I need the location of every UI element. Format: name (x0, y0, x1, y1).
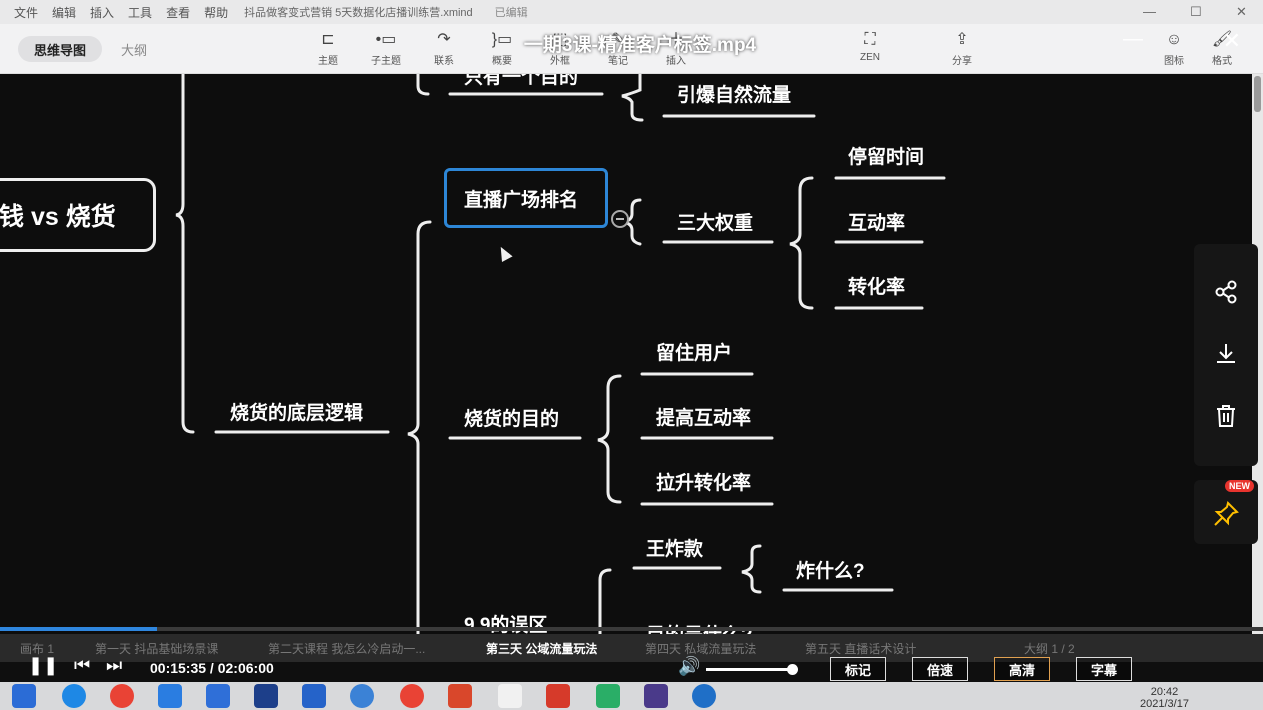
clock-time: 20:42 (1150, 686, 1179, 698)
menu-tools[interactable]: 工具 (128, 4, 152, 21)
sheet-tab-day4[interactable]: 第四天 私域流量玩法 (645, 640, 756, 657)
edge-browser-icon[interactable] (62, 684, 86, 708)
chrome-icon-2[interactable] (400, 684, 424, 708)
topic-icon: ⊏ (321, 31, 335, 48)
video-close-icon[interactable]: ✕ (1223, 28, 1241, 54)
sheet-tab-day5[interactable]: 第五天 直播话术设计 (805, 640, 916, 657)
mark-button[interactable]: 标记 (830, 657, 886, 681)
download-glyph (1217, 344, 1235, 363)
wechat-icon[interactable] (596, 684, 620, 708)
video-title: 一期3课-精准客户标签.mp4 (523, 35, 757, 56)
pin-glyph (1214, 501, 1239, 526)
topic-button[interactable]: ⊏ 主题 (300, 28, 356, 72)
windows-start-icon[interactable] (12, 684, 36, 708)
root-topic[interactable]: 钱 vs 烧货 (0, 178, 156, 252)
file-title: 抖品做客变式营销 5天数据化店播训练营.xmind (244, 7, 473, 19)
volume-fill (706, 668, 792, 671)
previous-icon[interactable]: ⏮ (74, 655, 90, 676)
topic-stay-time[interactable]: 停留时间 (848, 142, 924, 169)
trash-icon[interactable] (1204, 394, 1248, 438)
screen: 文件 编辑 插入 工具 查看 帮助 抖品做客变式营销 5天数据化店播训练营.xm… (0, 0, 1263, 710)
tab-outline[interactable]: 大纲 (106, 36, 162, 62)
chrome-icon[interactable] (110, 684, 134, 708)
trash-glyph (1217, 405, 1235, 427)
download-icon[interactable] (1204, 332, 1248, 376)
topic-only-one-purpose[interactable]: 只有一个目的 (464, 74, 578, 89)
current-time: 00:15:35 (150, 660, 207, 676)
topic-what-to-bomb[interactable]: 炸什么? (796, 556, 865, 583)
menu-edit[interactable]: 编辑 (52, 4, 76, 21)
relation-icon: ↷ (437, 31, 451, 48)
tab-mindmap[interactable]: 思维导图 (18, 36, 102, 62)
system-clock[interactable]: 20:42 2021/3/17 (1140, 686, 1189, 710)
subtopic-button[interactable]: •▭ 子主题 (358, 28, 414, 72)
share-button[interactable]: ⇪ 分享 (934, 28, 990, 72)
share-glyph (1215, 280, 1237, 304)
topic-underlying-logic[interactable]: 烧货的底层逻辑 (230, 398, 363, 425)
wps-icon[interactable] (302, 684, 326, 708)
topic-three-weights[interactable]: 三大权重 (677, 208, 753, 235)
window-close-icon[interactable]: ✕ (1236, 4, 1247, 20)
speed-button[interactable]: 倍速 (912, 657, 968, 681)
minimize-icon[interactable]: — (1143, 4, 1156, 19)
sheet-zoom-label: 大纲 1 / 2 (1024, 642, 1075, 656)
volume-icon[interactable]: 🔊 (678, 656, 700, 677)
subtopic-icon: •▭ (375, 31, 397, 48)
icon-panel-icon: ☺ (1165, 31, 1183, 48)
video-progress-bar[interactable] (0, 627, 1263, 631)
edit-status: 已编辑 (494, 7, 528, 19)
topic-live-rank[interactable]: 直播广场排名 (464, 185, 578, 212)
topic-conversion-rate[interactable]: 转化率 (848, 272, 905, 299)
next-icon[interactable]: ⏭ (106, 655, 122, 676)
topic-king-bomb[interactable]: 王炸款 (646, 534, 703, 561)
qq-icon[interactable] (158, 684, 182, 708)
mindmap-canvas[interactable]: 钱 vs 烧货 只有一个目的 引爆自然流量 直播广场排名 三大权重 停留时间 互… (0, 74, 1252, 634)
share-upload-icon: ⇪ (955, 31, 969, 48)
topic-retain-users[interactable]: 留住用户 (656, 338, 732, 365)
volume-slider[interactable] (706, 664, 798, 675)
collapse-toggle-icon[interactable] (611, 210, 629, 228)
topic-raise-interaction[interactable]: 提高互动率 (656, 403, 751, 430)
video-minimize-icon[interactable]: — (1123, 28, 1143, 51)
mindmap-connectors (175, 74, 946, 634)
menu-view[interactable]: 查看 (166, 4, 190, 21)
pin-icon[interactable] (1204, 494, 1248, 534)
app-purple-icon[interactable] (644, 684, 668, 708)
taskbar (0, 682, 1263, 710)
app-blue-icon[interactable] (254, 684, 278, 708)
maximize-icon[interactable]: ☐ (1190, 4, 1202, 20)
volume-knob[interactable] (786, 664, 798, 675)
topic-purpose[interactable]: 烧货的目的 (464, 404, 559, 431)
playback-time: 00:15:35 / 02:06:00 (150, 660, 274, 676)
clock-date: 2021/3/17 (1140, 698, 1189, 710)
zen-icon: ⛶ (864, 31, 876, 48)
xmind-icon[interactable] (546, 684, 570, 708)
share-icon[interactable] (1204, 270, 1248, 314)
app-blue-round-icon[interactable] (692, 684, 716, 708)
powerpoint-icon[interactable] (448, 684, 472, 708)
player-side-panel (1194, 244, 1258, 466)
menu-help[interactable]: 帮助 (204, 4, 228, 21)
topic-interaction-rate[interactable]: 互动率 (848, 208, 905, 235)
menubar: 文件 编辑 插入 工具 查看 帮助 抖品做客变式营销 5天数据化店播训练营.xm… (0, 0, 1263, 24)
total-time: 02:06:00 (217, 660, 274, 676)
zen-button[interactable]: ⛶ ZEN (842, 28, 898, 72)
sheet-tabs: 画布 1 第一天 抖品基础场景课 第二天课程 我怎么冷启动一... 第三天 公域… (0, 634, 1263, 662)
subtitle-button[interactable]: 字幕 (1076, 657, 1132, 681)
new-badge: NEW (1225, 480, 1254, 492)
sheet-tab-day3[interactable]: 第三天 公域流量玩法 (486, 640, 597, 657)
menu-file[interactable]: 文件 (14, 4, 38, 21)
scrollbar-thumb[interactable] (1254, 76, 1261, 112)
sheet-tab-day2[interactable]: 第二天课程 我怎么冷启动一... (268, 640, 425, 657)
quality-button[interactable]: 高清 (994, 657, 1050, 681)
topic-natural-flow[interactable]: 引爆自然流量 (677, 80, 791, 107)
mail-icon[interactable] (206, 684, 230, 708)
pause-icon[interactable]: ❚❚ (28, 655, 58, 676)
video-progress-fill (0, 627, 157, 631)
menu-insert[interactable]: 插入 (90, 4, 114, 21)
relation-button[interactable]: ↷ 联系 (416, 28, 472, 72)
topic-boost-conversion[interactable]: 拉升转化率 (656, 468, 751, 495)
feishu-icon[interactable] (350, 684, 374, 708)
app-white-icon[interactable] (498, 684, 522, 708)
